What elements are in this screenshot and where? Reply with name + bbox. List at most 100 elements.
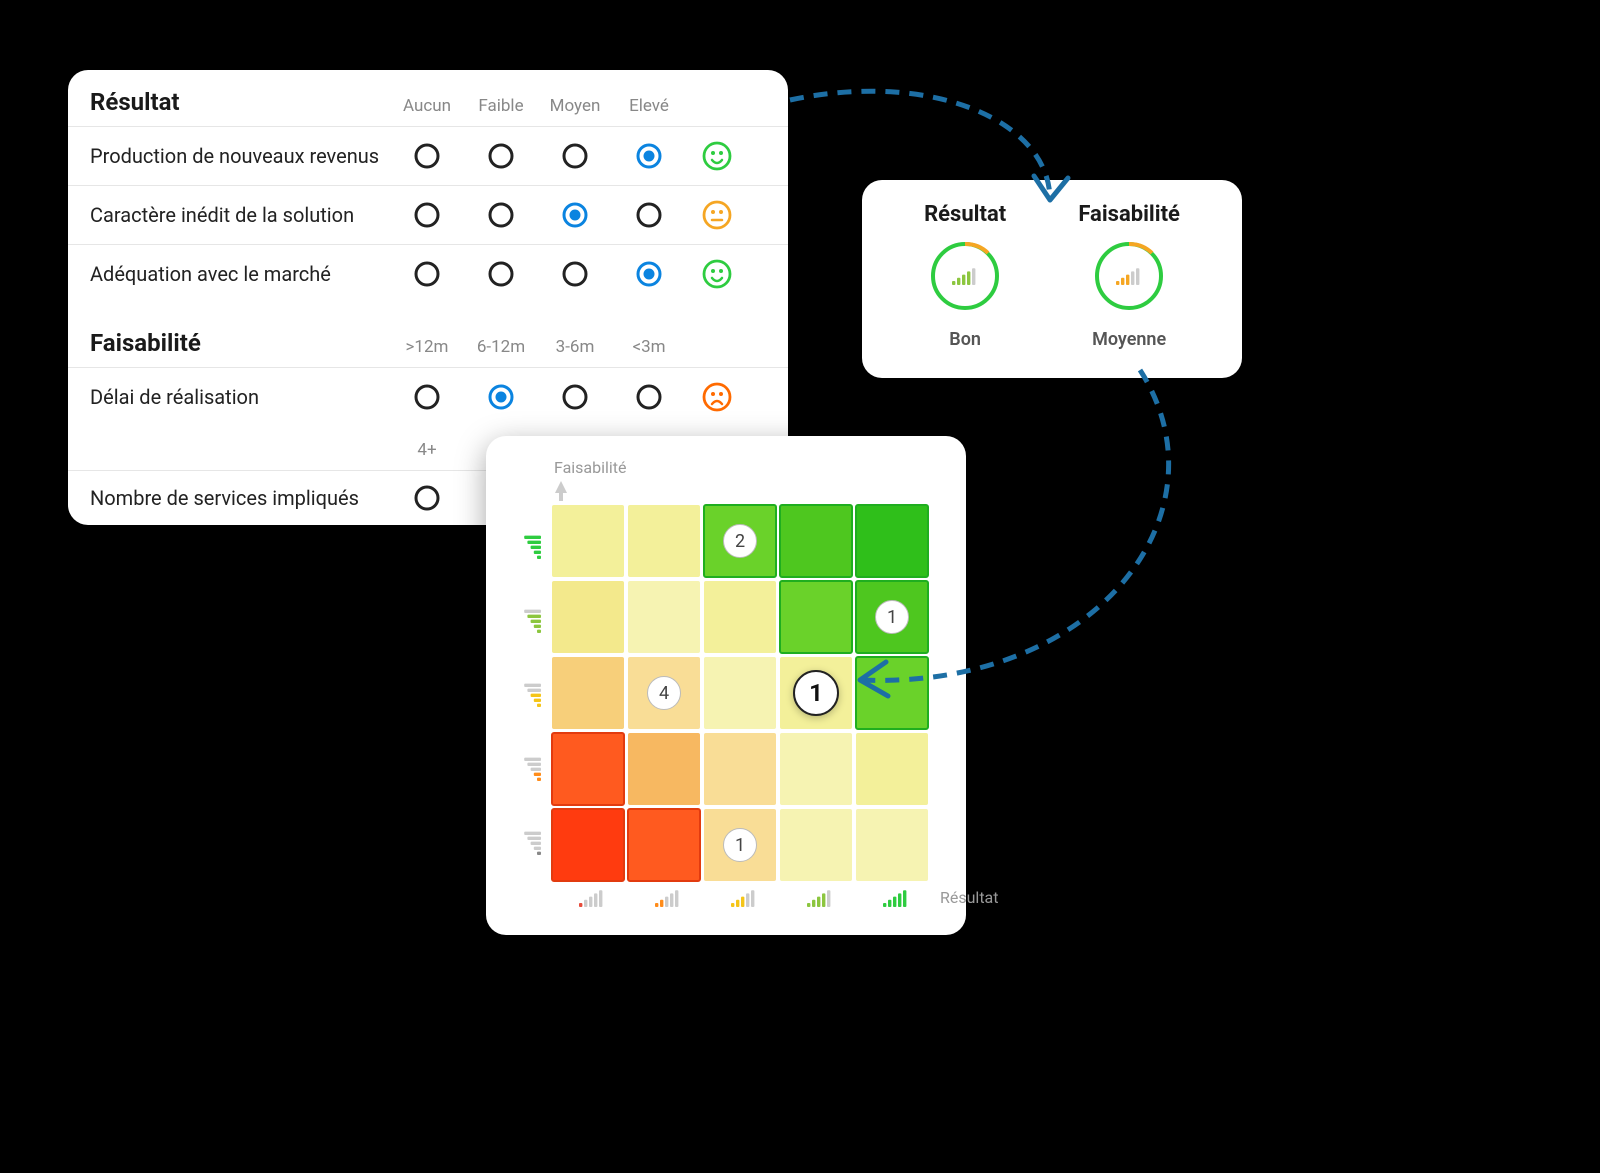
matrix-cell[interactable] — [628, 733, 700, 805]
matrix-cell[interactable]: 2 — [704, 505, 776, 577]
matrix-cell[interactable] — [780, 733, 852, 805]
gauge-faisabilite-icon — [1092, 239, 1166, 317]
rating-radio[interactable] — [538, 384, 612, 410]
matrix-cell[interactable] — [552, 809, 624, 881]
matrix-cell[interactable]: 1 — [780, 657, 852, 729]
x-tick-icon — [552, 887, 628, 909]
x-tick-icon — [780, 887, 856, 909]
rating-row-label: Caractère inédit de la solution — [90, 203, 390, 227]
matrix-bubble[interactable]: 1 — [875, 600, 909, 634]
resultat-section-header: Résultat Aucun Faible Moyen Elevé — [68, 70, 788, 126]
rating-row-label: Production de nouveaux revenus — [90, 144, 390, 168]
x-tick-icon — [704, 887, 780, 909]
matrix-cell[interactable] — [628, 505, 700, 577]
rating-radio[interactable] — [390, 485, 464, 511]
rating-radio[interactable] — [538, 202, 612, 228]
scale-label: 3-6m — [538, 337, 612, 357]
summary-resultat: Résultat Bon — [924, 202, 1006, 350]
rating-radio[interactable] — [538, 261, 612, 287]
rating-radio[interactable] — [612, 261, 686, 287]
rating-radio[interactable] — [464, 143, 538, 169]
scale-label: Moyen — [538, 96, 612, 116]
matrix-cell[interactable] — [552, 733, 624, 805]
summary-resultat-title: Résultat — [924, 202, 1006, 227]
scale-label: Aucun — [390, 96, 464, 116]
rating-radio[interactable] — [464, 202, 538, 228]
matrix-cell[interactable] — [780, 581, 852, 653]
rating-row-label: Nombre de services impliqués — [90, 486, 390, 510]
scale-label: >12m — [390, 337, 464, 357]
rating-row: Adéquation avec le marché — [68, 244, 788, 303]
matrix-cell[interactable]: 1 — [704, 809, 776, 881]
rating-row-label: Adéquation avec le marché — [90, 262, 390, 286]
mood-face-icon — [696, 382, 738, 412]
mood-face-icon — [696, 200, 738, 230]
matrix-cell[interactable] — [628, 809, 700, 881]
rating-radio[interactable] — [612, 202, 686, 228]
matrix-bubble[interactable]: 1 — [723, 828, 757, 862]
matrix-grid: 2 1 4 1 1 — [552, 505, 928, 881]
scale-label: Elevé — [612, 96, 686, 116]
resultat-scale-headers: Aucun Faible Moyen Elevé — [390, 96, 686, 116]
y-tick-icon — [512, 809, 552, 879]
matrix-bubble[interactable]: 4 — [647, 676, 681, 710]
matrix-x-ticks — [552, 887, 932, 909]
matrix-cell[interactable] — [856, 657, 928, 729]
rating-radio[interactable] — [612, 384, 686, 410]
y-tick-icon — [512, 587, 552, 657]
matrix-cell[interactable]: 4 — [628, 657, 700, 729]
faisabilite-title: Faisabilité — [90, 329, 390, 357]
matrix-cell[interactable] — [704, 733, 776, 805]
rating-radio[interactable] — [390, 202, 464, 228]
mood-face-icon — [696, 259, 738, 289]
gauge-resultat-icon — [928, 239, 1002, 317]
x-tick-icon — [856, 887, 932, 909]
summary-faisabilite: Faisabilité Moyenne — [1078, 202, 1180, 350]
matrix-cell[interactable] — [552, 657, 624, 729]
rating-row: Caractère inédit de la solution — [68, 185, 788, 244]
rating-radio[interactable] — [390, 143, 464, 169]
mood-face-icon — [696, 141, 738, 171]
matrix-y-axis-label: Faisabilité — [554, 458, 940, 477]
matrix-panel: Faisabilité 21411 Résultat — [486, 436, 966, 935]
summary-panel: Résultat Bon Faisabilité Moyenne — [862, 180, 1242, 378]
rating-radio[interactable] — [538, 143, 612, 169]
rating-radio[interactable] — [612, 143, 686, 169]
summary-faisabilite-label: Moyenne — [1092, 329, 1166, 350]
scale-label: <3m — [612, 337, 686, 357]
summary-faisabilite-title: Faisabilité — [1078, 202, 1180, 227]
matrix-cell[interactable] — [628, 581, 700, 653]
x-tick-icon — [628, 887, 704, 909]
y-tick-icon — [512, 661, 552, 731]
matrix-y-ticks — [512, 505, 552, 881]
y-tick-icon — [512, 513, 552, 583]
faisabilite-scale-headers: >12m 6-12m 3-6m <3m — [390, 337, 686, 357]
faisabilite-scale-headers-2: 4+ — [390, 440, 464, 460]
resultat-title: Résultat — [90, 88, 390, 116]
matrix-cell[interactable] — [552, 581, 624, 653]
matrix-cell[interactable] — [856, 733, 928, 805]
rating-row: Production de nouveaux revenus — [68, 126, 788, 185]
rating-radio[interactable] — [390, 384, 464, 410]
matrix-cell[interactable] — [780, 809, 852, 881]
matrix-cell[interactable] — [552, 505, 624, 577]
rating-radio[interactable] — [464, 384, 538, 410]
rating-radio[interactable] — [390, 261, 464, 287]
scale-label: 6-12m — [464, 337, 538, 357]
axis-arrow-up-icon — [554, 481, 568, 501]
matrix-cell[interactable] — [856, 505, 928, 577]
faisabilite-section-header: Faisabilité >12m 6-12m 3-6m <3m — [68, 303, 788, 367]
y-tick-icon — [512, 735, 552, 805]
matrix-bubble[interactable]: 1 — [793, 670, 839, 716]
matrix-cell[interactable] — [780, 505, 852, 577]
matrix-cell[interactable] — [856, 809, 928, 881]
rating-row: Délai de réalisation — [68, 367, 788, 426]
matrix-cell[interactable] — [704, 657, 776, 729]
scale-label: Faible — [464, 96, 538, 116]
rating-row-label: Délai de réalisation — [90, 385, 390, 409]
matrix-cell[interactable]: 1 — [856, 581, 928, 653]
matrix-bubble[interactable]: 2 — [723, 524, 757, 558]
matrix-cell[interactable] — [704, 581, 776, 653]
scale-label: 4+ — [390, 440, 464, 460]
rating-radio[interactable] — [464, 261, 538, 287]
